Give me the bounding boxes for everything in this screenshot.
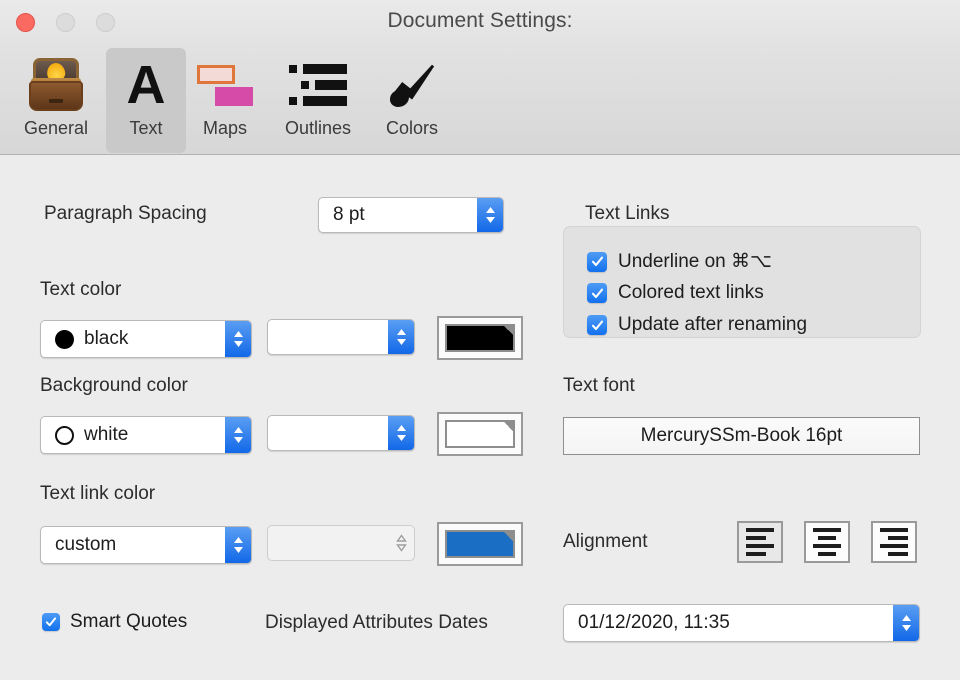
map-rectangles-icon (195, 54, 255, 116)
window-title: Document Settings: (0, 9, 960, 33)
text-link-color-stepper[interactable] (225, 527, 251, 563)
text-link-color-label: Text link color (40, 483, 155, 505)
text-font-button[interactable]: MercurySSm-Book 16pt (563, 417, 920, 455)
checkbox-colored-text-links[interactable]: Colored text links (587, 282, 764, 304)
text-settings-panel: Paragraph Spacing 8 pt Text Links Underl… (0, 156, 960, 680)
background-color-label: Background color (40, 375, 188, 397)
tab-text[interactable]: A Text (106, 48, 186, 153)
displayed-attributes-dates-value: 01/12/2020, 11:35 (564, 612, 893, 634)
background-color-swatch-dot (55, 426, 74, 445)
align-center-button[interactable] (804, 521, 850, 563)
checkbox-underline-label: Underline on ⌘⌥ (618, 250, 772, 273)
tab-colors-label: Colors (386, 118, 438, 138)
text-color-secondary-stepper[interactable] (388, 320, 414, 354)
text-link-color-value: custom (41, 534, 225, 556)
checkbox-box (587, 283, 607, 303)
tab-text-label: Text (129, 118, 162, 138)
tab-general[interactable]: General (8, 48, 104, 153)
displayed-attributes-dates-stepper[interactable] (893, 605, 919, 641)
toolbar: General A Text Maps (0, 46, 960, 155)
text-color-well[interactable] (437, 316, 523, 360)
align-left-button[interactable] (737, 521, 783, 563)
text-link-color-popup[interactable]: custom (40, 526, 252, 564)
text-color-value: black (74, 328, 225, 350)
tab-outlines-label: Outlines (285, 118, 351, 138)
bulleted-list-icon (289, 54, 347, 116)
tab-colors[interactable]: Colors (372, 48, 452, 153)
displayed-attributes-dates-label: Displayed Attributes Dates (265, 612, 488, 634)
text-color-swatch-dot (55, 330, 74, 349)
text-font-label: Text font (563, 375, 635, 397)
checkbox-box (587, 252, 607, 272)
text-color-secondary-popup[interactable] (267, 319, 415, 355)
alignment-label: Alignment (563, 531, 648, 553)
chest-icon (27, 54, 85, 116)
titlebar: Document Settings: (0, 0, 960, 46)
tab-outlines[interactable]: Outlines (266, 48, 370, 153)
checkbox-colored-links-label: Colored text links (618, 282, 764, 304)
text-color-popup[interactable]: black (40, 320, 252, 358)
background-color-well[interactable] (437, 412, 523, 456)
smart-quotes-label: Smart Quotes (70, 611, 187, 633)
text-link-color-secondary-stepper (388, 526, 414, 560)
align-right-button[interactable] (871, 521, 917, 563)
checkbox-underline-on-cmd-opt[interactable]: Underline on ⌘⌥ (587, 250, 772, 273)
background-color-secondary-stepper[interactable] (388, 416, 414, 450)
checkbox-box (42, 613, 60, 631)
paintbrush-icon (384, 54, 440, 116)
paragraph-spacing-label: Paragraph Spacing (44, 203, 207, 225)
text-color-stepper[interactable] (225, 321, 251, 357)
background-color-value: white (74, 424, 225, 446)
text-font-value: MercurySSm-Book 16pt (641, 425, 843, 447)
checkbox-smart-quotes[interactable]: Smart Quotes (42, 611, 187, 633)
paragraph-spacing-popup[interactable]: 8 pt (318, 197, 504, 233)
background-color-stepper[interactable] (225, 417, 251, 453)
text-links-label: Text Links (585, 203, 669, 225)
text-link-color-secondary-popup (267, 525, 415, 561)
tab-maps-label: Maps (203, 118, 247, 138)
paragraph-spacing-stepper[interactable] (477, 198, 503, 232)
document-settings-window: Document Settings: General A Text (0, 0, 960, 680)
tab-maps[interactable]: Maps (188, 48, 262, 153)
background-color-secondary-popup[interactable] (267, 415, 415, 451)
letter-a-icon: A (127, 54, 166, 116)
tab-general-label: General (24, 118, 88, 138)
checkbox-box (587, 315, 607, 335)
displayed-attributes-dates-popup[interactable]: 01/12/2020, 11:35 (563, 604, 920, 642)
text-color-label: Text color (40, 279, 121, 301)
background-color-popup[interactable]: white (40, 416, 252, 454)
text-link-color-well[interactable] (437, 522, 523, 566)
checkbox-update-renaming-label: Update after renaming (618, 314, 807, 336)
checkbox-update-after-renaming[interactable]: Update after renaming (587, 314, 807, 336)
paragraph-spacing-value: 8 pt (319, 204, 477, 226)
